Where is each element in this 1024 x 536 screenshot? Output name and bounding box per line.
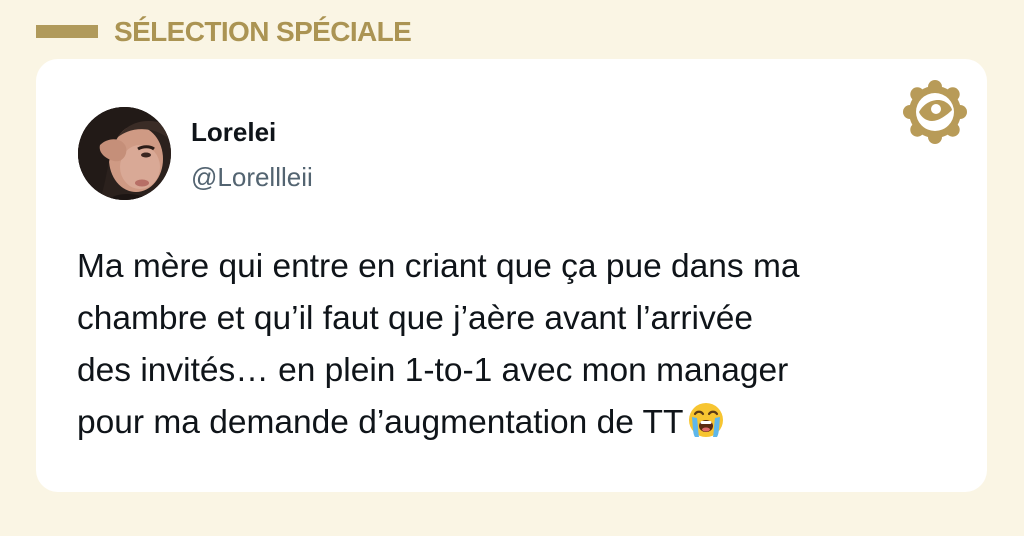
- tweet-card: Lorelei @Lorellleii Ma mère qui entre en…: [36, 59, 987, 492]
- tweet-line-text: pour ma demande d’augmentation de TT: [77, 404, 684, 441]
- avatar-photo: [78, 107, 171, 200]
- tweet-line: des invités… en plein 1-to-1 avec mon ma…: [77, 352, 789, 389]
- author-handle[interactable]: @Lorellleii: [191, 161, 313, 193]
- section-label: SÉLECTION SPÉCIALE: [114, 16, 412, 47]
- avatar[interactable]: [78, 107, 171, 200]
- author-name[interactable]: Lorelei: [191, 116, 276, 148]
- tweet-line-last: pour ma demande d’augmentation de TT: [77, 397, 977, 449]
- tweet-text: Ma mère qui entre en criant que ça pue d…: [77, 241, 977, 449]
- header-accent-bar: [36, 25, 98, 38]
- brand-seal-eye-icon: [902, 79, 968, 145]
- tweet-line: Ma mère qui entre en criant que ça pue d…: [77, 248, 800, 285]
- loudly-crying-face-icon: [687, 401, 725, 439]
- tweet-line: chambre et qu’il faut que j’aère avant l…: [77, 300, 753, 337]
